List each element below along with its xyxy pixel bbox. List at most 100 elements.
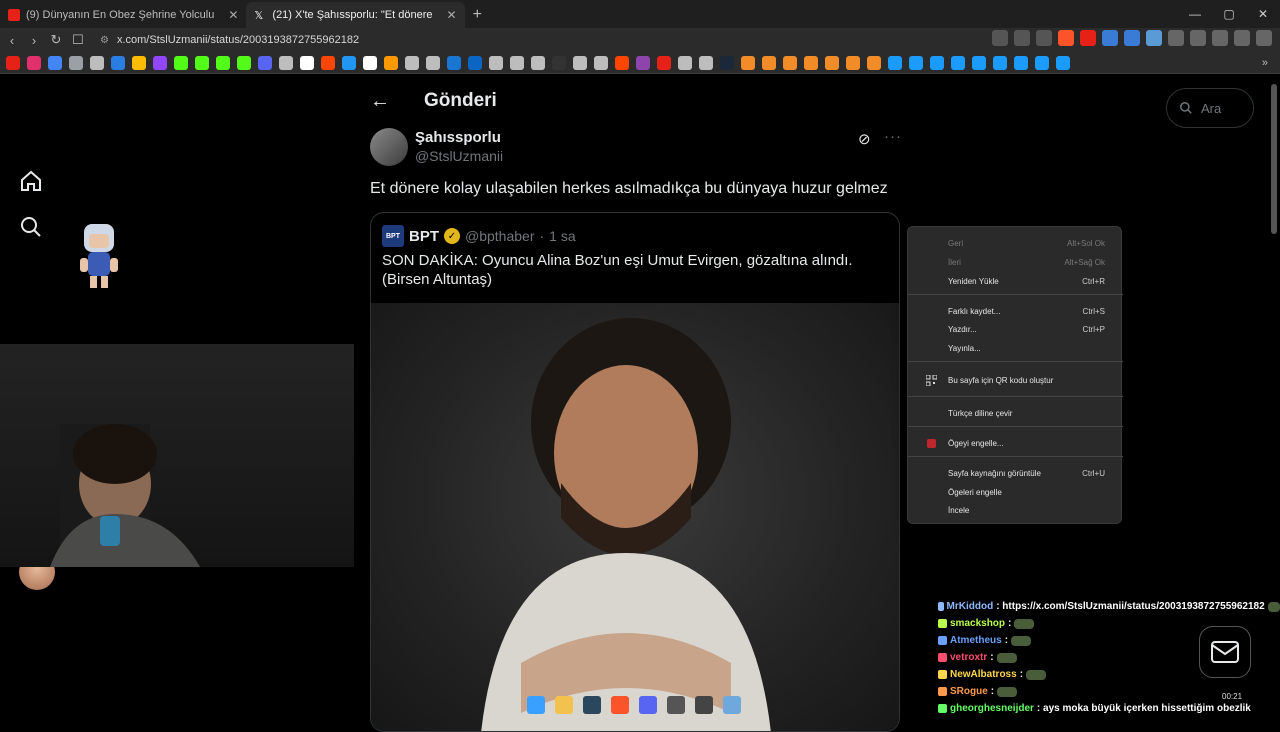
bookmark-icon[interactable]	[909, 55, 923, 70]
bookmark-icon[interactable]	[111, 55, 125, 70]
brave-icon[interactable]	[611, 696, 629, 714]
zoom-icon[interactable]	[1014, 30, 1030, 46]
bookmark-icon[interactable]	[237, 55, 251, 70]
menu-item-reload[interactable]: Yeniden Yükle Ctrl+R	[908, 272, 1123, 290]
bookmark-icon[interactable]	[762, 55, 776, 70]
bookmark-icon[interactable]	[195, 55, 209, 70]
menu-item-forward[interactable]: İleri Alt+Sağ Ok	[908, 253, 1123, 271]
bookmark-icon[interactable]	[489, 55, 503, 70]
puzzle-icon[interactable]	[1168, 30, 1184, 46]
bookmark-icon[interactable]	[615, 55, 629, 70]
tab-x-post[interactable]: 𝕏 (21) X'te Şahıssporlu: "Et dönere ✕	[246, 2, 465, 28]
file-explorer-icon[interactable]	[555, 696, 573, 714]
bookmark-icon[interactable]	[48, 55, 62, 70]
menu-item-back[interactable]: Geri Alt+Sol Ok	[908, 234, 1123, 252]
bookmark-icon[interactable]	[363, 55, 377, 70]
reload-button[interactable]: ↻	[46, 30, 66, 50]
bookmark-icon[interactable]	[804, 55, 818, 70]
messages-button[interactable]	[1199, 626, 1251, 678]
minimize-button[interactable]: —	[1178, 0, 1212, 28]
bookmarks-more-button[interactable]: »	[1262, 57, 1268, 69]
extension-icon[interactable]	[1124, 30, 1140, 46]
profile-icon[interactable]	[1234, 30, 1250, 46]
bookmark-icon[interactable]	[510, 55, 524, 70]
forward-button[interactable]: ›	[24, 30, 44, 50]
bookmark-icon[interactable]	[27, 55, 41, 70]
extension-icon[interactable]	[1146, 30, 1162, 46]
bookmark-icon[interactable]	[153, 55, 167, 70]
bookmark-icon[interactable]	[342, 55, 356, 70]
bookmark-icon[interactable]	[405, 55, 419, 70]
bookmark-icon[interactable]	[90, 55, 104, 70]
bookmark-icon[interactable]	[594, 55, 608, 70]
bookmark-icon[interactable]	[846, 55, 860, 70]
bookmark-icon[interactable]	[384, 55, 398, 70]
author-handle[interactable]: @StslUzmanii	[415, 148, 503, 164]
tab-youtube[interactable]: (9) Dünyanın En Obez Şehrine Yolculu ✕	[0, 2, 246, 28]
bookmark-icon[interactable]	[132, 55, 146, 70]
windows-start-icon[interactable]	[527, 696, 545, 714]
bookmark-icon[interactable]	[930, 55, 944, 70]
menu-item-qr-code[interactable]: Bu sayfa için QR kodu oluştur	[908, 371, 1123, 389]
more-dots-icon[interactable]: ···	[884, 128, 902, 145]
bookmark-icon[interactable]	[699, 55, 713, 70]
new-tab-button[interactable]: +	[465, 2, 490, 28]
bookmark-icon[interactable]	[1035, 55, 1049, 70]
discord-icon[interactable]	[639, 696, 657, 714]
menu-item-block-element[interactable]: Ögeyi engelle...	[908, 434, 1123, 452]
bookmark-icon[interactable]	[636, 55, 650, 70]
author-name[interactable]: Şahıssporlu	[415, 129, 501, 146]
bookmark-icon[interactable]	[783, 55, 797, 70]
bookmark-icon[interactable]	[258, 55, 272, 70]
bookmark-icon[interactable]	[174, 55, 188, 70]
bookmark-icon[interactable]	[300, 55, 314, 70]
menu-item-cast[interactable]: Yayınla...	[908, 339, 1123, 357]
menu-item-translate[interactable]: Türkçe diline çevir	[908, 404, 1123, 422]
bookmark-icon[interactable]	[741, 55, 755, 70]
bookmark-icon[interactable]	[279, 55, 293, 70]
close-icon[interactable]: ✕	[447, 8, 457, 22]
bookmark-icon[interactable]	[216, 55, 230, 70]
search-input[interactable]: Ara	[1166, 88, 1254, 128]
bookmark-icon[interactable]	[1056, 55, 1070, 70]
site-info-icon[interactable]: ⚙	[100, 35, 109, 46]
extension-icon[interactable]	[1102, 30, 1118, 46]
quoted-tweet[interactable]: BPT BPT ✓ @bpthaber · 1 sa SON DAKİKA: O…	[370, 212, 900, 732]
bookmark-icon[interactable]	[867, 55, 881, 70]
grok-icon[interactable]: ⊘	[858, 130, 871, 148]
music-icon[interactable]	[1212, 30, 1228, 46]
bookmark-icon[interactable]	[426, 55, 440, 70]
maximize-button[interactable]: ▢	[1212, 0, 1246, 28]
menu-item-inspect[interactable]: İncele	[908, 501, 1123, 519]
bookmark-icon[interactable]	[69, 55, 83, 70]
bookmark-icon[interactable]	[951, 55, 965, 70]
address-bar[interactable]: ⚙ x.com/StslUzmanii/status/2003193872755…	[100, 30, 1000, 50]
close-window-button[interactable]: ✕	[1246, 0, 1280, 28]
app-icon[interactable]	[667, 696, 685, 714]
sidebar-icon[interactable]	[1190, 30, 1206, 46]
bookmark-icon[interactable]	[573, 55, 587, 70]
author-avatar[interactable]	[370, 128, 408, 166]
back-button[interactable]: ‹	[2, 30, 22, 50]
close-icon[interactable]: ✕	[228, 8, 238, 22]
app-icon[interactable]	[723, 696, 741, 714]
page-scrollbar[interactable]	[1271, 84, 1277, 234]
bookmark-icon[interactable]	[321, 55, 335, 70]
bookmark-icon[interactable]	[888, 55, 902, 70]
bookmark-icon[interactable]	[552, 55, 566, 70]
menu-item-save-as[interactable]: Farklı kaydet... Ctrl+S	[908, 302, 1123, 320]
bookmark-icon[interactable]	[468, 55, 482, 70]
bookmark-icon[interactable]	[1014, 55, 1028, 70]
bookmark-icon[interactable]: ☐	[68, 30, 88, 50]
menu-item-view-source[interactable]: Sayfa kaynağını görüntüle Ctrl+U	[908, 464, 1123, 482]
bookmark-icon[interactable]	[657, 55, 671, 70]
share-icon[interactable]	[1036, 30, 1052, 46]
extension-icon[interactable]	[1080, 30, 1096, 46]
bookmark-icon[interactable]	[6, 55, 20, 70]
obs-icon[interactable]	[695, 696, 713, 714]
bookmark-icon[interactable]	[447, 55, 461, 70]
quoted-tweet-photo[interactable]	[371, 303, 899, 731]
bookmark-icon[interactable]	[825, 55, 839, 70]
menu-item-print[interactable]: Yazdır... Ctrl+P	[908, 320, 1123, 338]
search-icon[interactable]	[16, 212, 46, 242]
